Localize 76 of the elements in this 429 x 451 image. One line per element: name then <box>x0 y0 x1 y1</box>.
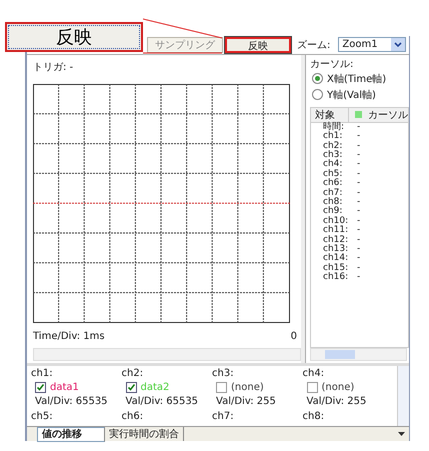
table-cell: - <box>357 179 360 189</box>
channel-label: ch4: <box>302 368 326 379</box>
radio-option[interactable]: Y軸(Val軸) <box>312 86 409 103</box>
checkbox[interactable] <box>306 382 318 393</box>
checkbox[interactable] <box>35 382 46 393</box>
table-cell: - <box>357 132 360 142</box>
table-cell: - <box>357 142 360 151</box>
channel-label: ch3: <box>212 368 235 379</box>
horizontal-scrollbar[interactable] <box>310 348 407 361</box>
table-cell-text: ch2: <box>323 142 344 151</box>
table-cell-text: ch9: <box>323 207 342 216</box>
channel-name: (none) <box>322 382 354 393</box>
table-cell-text: ch3: <box>323 150 344 160</box>
table-cell-text: 時間: <box>323 122 346 132</box>
table-cell-text: ch12: <box>323 236 350 244</box>
dropdown-arrow-icon[interactable] <box>398 432 405 436</box>
channel-name: data2 <box>140 382 170 393</box>
horizontal-scrollbar[interactable] <box>33 348 301 361</box>
table-cell: - <box>357 188 360 198</box>
channel-label: ch6: <box>122 411 144 424</box>
callout-button[interactable]: 反映 <box>5 22 143 52</box>
table-cell: - <box>357 236 360 245</box>
channel-label: ch8: <box>302 411 326 424</box>
table-cell: - <box>357 254 360 264</box>
toolbar-button[interactable]: 反映 <box>225 36 291 53</box>
channel-label: ch5: <box>31 411 54 424</box>
table-cell-text: ch4: <box>323 160 344 170</box>
table-cell-text: ch1: <box>323 132 344 142</box>
time-div-label: Time/Div: 1ms <box>33 330 105 344</box>
column-header[interactable]: 対象 <box>311 108 349 122</box>
table-cell-text: ch10: <box>323 216 350 226</box>
table-cell: - <box>357 216 360 226</box>
tab[interactable]: 実行時間の割合 <box>105 427 184 441</box>
radio-label: X軸(Time軸) <box>327 72 386 86</box>
table-cell: - <box>357 244 360 254</box>
zoom-label: ズーム: <box>297 38 330 52</box>
table-cell-text: ch13: <box>323 244 350 254</box>
table-cell-text: ch11: <box>323 226 350 236</box>
checkbox[interactable] <box>126 382 136 393</box>
table-cell: - <box>357 150 360 160</box>
vertical-scrollbar[interactable] <box>397 366 409 426</box>
table-cell-text: ch6: <box>323 179 344 188</box>
table-cell: - <box>357 122 360 132</box>
table-cell: - <box>357 226 360 236</box>
cursor-label: カーソル: <box>310 58 354 71</box>
channel-label: ch2: <box>122 368 144 379</box>
table-cell-text: ch16: <box>323 273 350 282</box>
val-div-label: Val/Div: 65535 <box>126 396 200 407</box>
radio-label: Y軸(Val軸) <box>327 88 376 102</box>
radio-option[interactable]: X軸(Time軸) <box>312 70 409 87</box>
table-cell-text: ch5: <box>323 170 344 179</box>
table-cell: - <box>357 207 360 217</box>
val-div-label: Val/Div: 255 <box>216 396 277 407</box>
table-cell: - <box>357 160 360 170</box>
channel-label: ch7: <box>212 411 235 424</box>
val-div-label: Val/Div: 65535 <box>35 396 109 407</box>
zoom-dropdown[interactable]: Zoom1 <box>338 37 406 52</box>
table-cell-text: ch7: <box>323 188 344 198</box>
trigger-label: トリガ: - <box>33 60 74 75</box>
channel-name: data1 <box>50 382 79 393</box>
color-marker <box>355 111 362 118</box>
axis-value: 0 <box>290 330 297 344</box>
val-div-label: Val/Div: 255 <box>306 396 368 407</box>
table-cell: - <box>357 264 360 274</box>
table-cell-text: ch14: <box>323 254 350 264</box>
chevron-down-icon <box>394 42 402 48</box>
table-cell: - <box>357 170 360 180</box>
column-header[interactable]: カーソル <box>349 108 408 122</box>
table-cell-text: ch8: <box>323 198 344 207</box>
channel-label: ch1: <box>31 368 54 379</box>
table-cell: - <box>357 273 360 282</box>
table-cell: - <box>357 198 360 208</box>
tab[interactable]: 値の推移 <box>37 426 105 442</box>
checkbox[interactable] <box>216 382 227 393</box>
table-cell-text: ch15: <box>323 264 350 273</box>
channel-name: (none) <box>231 382 264 393</box>
